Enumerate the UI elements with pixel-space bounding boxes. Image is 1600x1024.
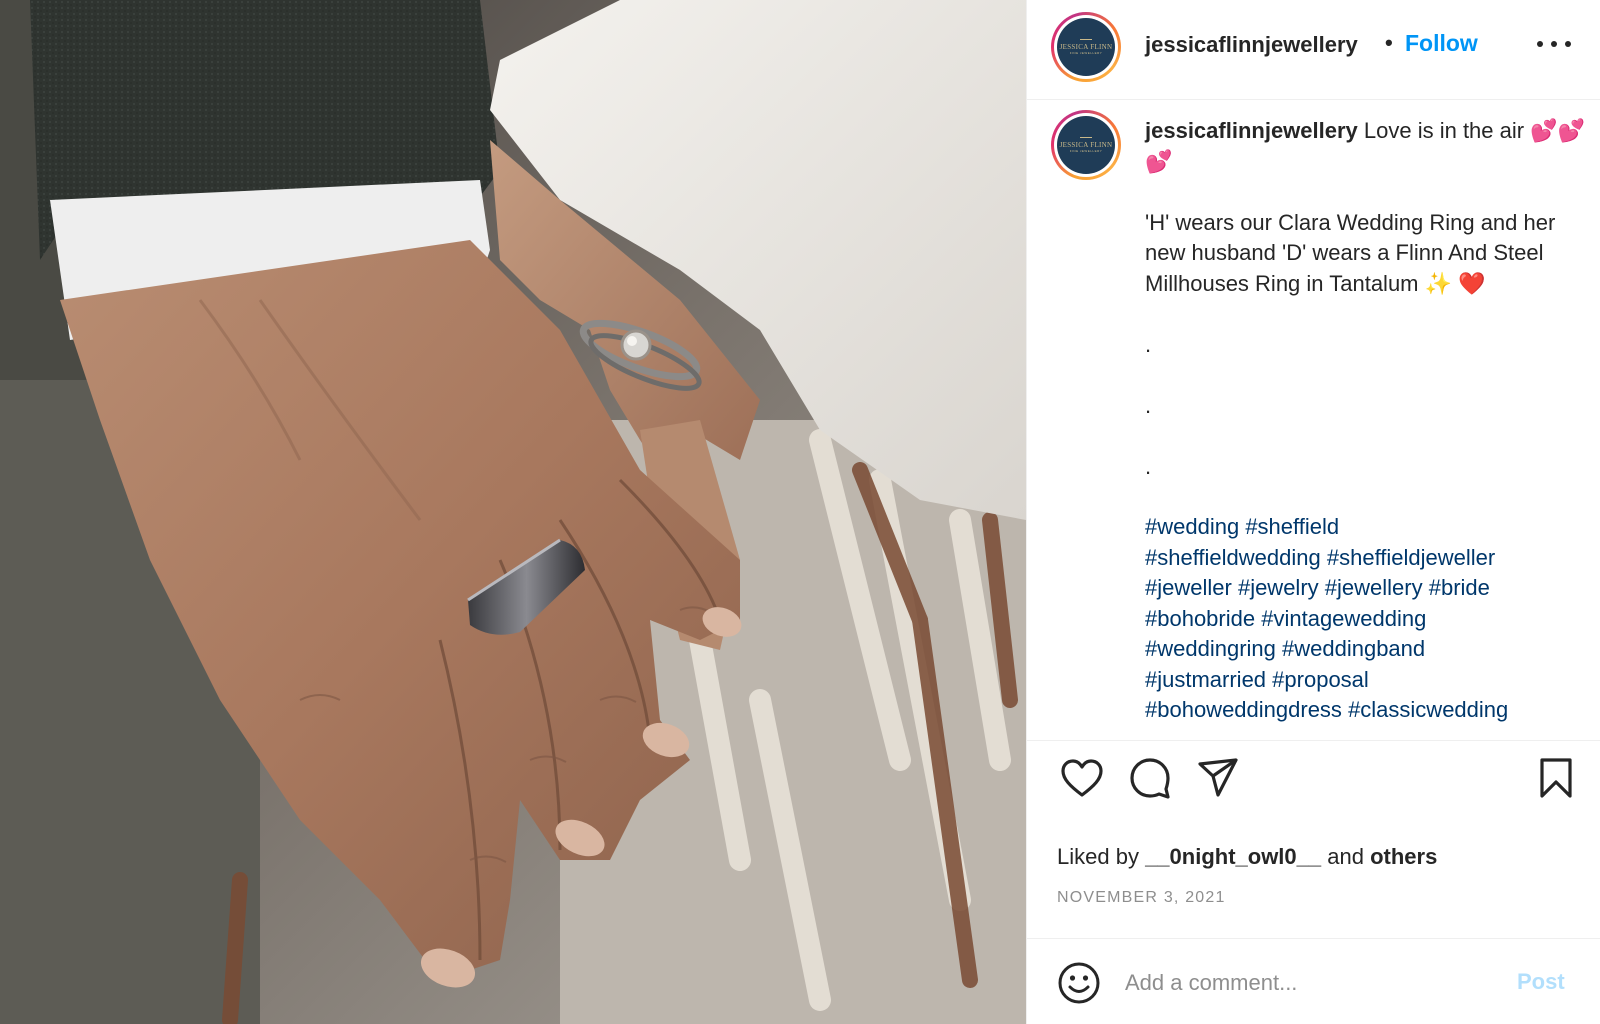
username-link[interactable]: jessicaflinnjewellery — [1145, 32, 1358, 58]
hashtag-link[interactable]: #bohobride — [1145, 606, 1255, 631]
hashtag-link[interactable]: #proposal — [1272, 667, 1369, 692]
hashtag-link[interactable]: #wedding — [1145, 514, 1239, 539]
more-dot — [1565, 41, 1571, 47]
post-header: JESSICA FLINN FINE JEWELLERY jessicaflin… — [1027, 0, 1600, 100]
post-date[interactable]: NOVEMBER 3, 2021 — [1057, 889, 1226, 907]
logo-spark — [1080, 137, 1092, 138]
hashtag-link[interactable]: #bohoweddingdress — [1145, 697, 1342, 722]
caption-text: jessicaflinnjewellery Love is in the air… — [1145, 116, 1585, 482]
hashtag-link[interactable]: #sheffieldwedding — [1145, 545, 1321, 570]
logo-brand-text: JESSICA FLINN — [1059, 141, 1113, 149]
comment-icon[interactable] — [1127, 755, 1173, 801]
brand-logo: JESSICA FLINN FINE JEWELLERY — [1057, 116, 1115, 174]
follow-button[interactable]: Follow — [1405, 30, 1478, 57]
hashtag-link[interactable]: #vintagewedding — [1261, 606, 1426, 631]
hashtag-link[interactable]: #justmarried — [1145, 667, 1266, 692]
likes-summary: Liked by __0night_owl0__ and others — [1057, 844, 1437, 870]
hashtag-line: #sheffieldwedding #sheffieldjeweller — [1145, 543, 1585, 574]
hashtag-link[interactable]: #jeweller — [1145, 575, 1232, 600]
liker-username-link[interactable]: __0night_owl0__ — [1145, 844, 1321, 869]
logo-brand-text: JESSICA FLINN — [1059, 43, 1113, 51]
hashtag-link[interactable]: #classicwedding — [1348, 697, 1508, 722]
more-dot — [1537, 41, 1543, 47]
hashtag-line: #justmarried #proposal — [1145, 665, 1585, 696]
logo-sub-text: FINE JEWELLERY — [1069, 51, 1103, 55]
comment-input[interactable] — [1123, 965, 1483, 1001]
hashtag-link[interactable]: #bride — [1429, 575, 1490, 600]
hashtag-link[interactable]: #sheffield — [1245, 514, 1339, 539]
hashtag-link[interactable]: #jewelry — [1238, 575, 1319, 600]
separator-dot: • — [1385, 30, 1393, 55]
hashtag-link[interactable]: #jewellery — [1325, 575, 1423, 600]
heart-icon[interactable] — [1059, 755, 1105, 801]
instagram-post: JESSICA FLINN FINE JEWELLERY jessicaflin… — [0, 0, 1600, 1024]
caption-avatar[interactable]: JESSICA FLINN FINE JEWELLERY — [1051, 110, 1121, 180]
logo-spark — [1080, 39, 1092, 40]
post-side-panel: JESSICA FLINN FINE JEWELLERY jessicaflin… — [1026, 0, 1600, 1024]
hashtag-link[interactable]: #sheffieldjeweller — [1327, 545, 1495, 570]
bookmark-icon[interactable] — [1533, 755, 1579, 801]
smiley-icon[interactable] — [1057, 961, 1101, 1005]
hashtag-line: #bohoweddingdress #classicwedding — [1145, 695, 1585, 726]
more-dot — [1551, 41, 1557, 47]
post-photo[interactable] — [0, 0, 1026, 1024]
caption-body: Love is in the air 💕💕💕 'H' wears our Cla… — [1145, 118, 1585, 479]
divider — [1027, 740, 1600, 741]
action-bar — [1027, 755, 1600, 805]
hashtag-line: #weddingring #weddingband — [1145, 634, 1585, 665]
hashtag-list: #wedding #sheffield #sheffieldwedding #sh… — [1145, 512, 1585, 726]
paper-plane-icon[interactable] — [1195, 755, 1241, 801]
comment-bar: Post — [1027, 938, 1600, 1024]
caption-username-link[interactable]: jessicaflinnjewellery — [1145, 118, 1358, 143]
avatar[interactable]: JESSICA FLINN FINE JEWELLERY — [1051, 12, 1121, 82]
hashtag-line: #bohobride #vintagewedding — [1145, 604, 1585, 635]
more-options-icon[interactable] — [1537, 34, 1571, 54]
logo-sub-text: FINE JEWELLERY — [1069, 149, 1103, 153]
hashtag-line: #jeweller #jewelry #jewellery #bride — [1145, 573, 1585, 604]
likes-others-link[interactable]: others — [1370, 844, 1437, 869]
hashtag-link[interactable]: #weddingring — [1145, 636, 1276, 661]
likes-middle: and — [1321, 844, 1371, 869]
likes-prefix: Liked by — [1057, 844, 1146, 869]
wedding-rings-photo — [0, 0, 1026, 1024]
post-comment-button[interactable]: Post — [1517, 969, 1565, 995]
hashtag-link[interactable]: #weddingband — [1282, 636, 1425, 661]
caption-area: JESSICA FLINN FINE JEWELLERY jessicaflin… — [1027, 100, 1600, 740]
brand-logo: JESSICA FLINN FINE JEWELLERY — [1057, 18, 1115, 76]
hashtag-line: #wedding #sheffield — [1145, 512, 1585, 543]
